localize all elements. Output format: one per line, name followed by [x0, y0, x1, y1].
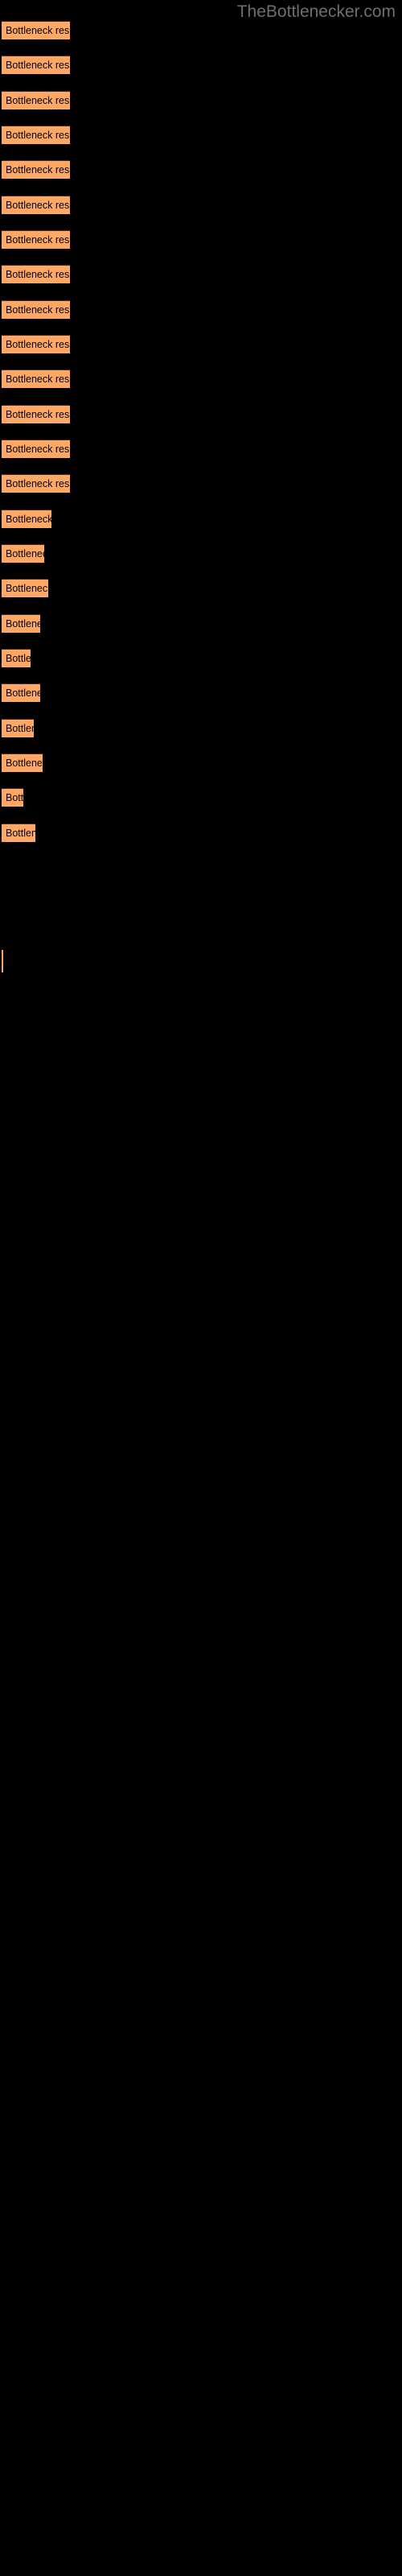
bar-item[interactable]: Bottleneck result	[2, 56, 70, 74]
text-cursor-marker	[2, 950, 3, 972]
bar-label: Bottleneck result	[6, 583, 48, 594]
bar-label: Bottleneck result	[6, 723, 34, 734]
bar-label: Bottleneck result	[6, 758, 43, 769]
bar-label: Bottleneck result	[6, 200, 70, 211]
bar-label: Bottleneck result	[6, 514, 51, 525]
bar-label: Bottleneck result	[6, 339, 70, 350]
bar-label: Bottleneck result	[6, 478, 70, 489]
bar-label: Bottleneck result	[6, 164, 70, 175]
bar-item[interactable]: Bottleneck result	[2, 544, 44, 563]
bar-item[interactable]: Bottleneck result	[2, 510, 51, 528]
bar-item[interactable]: Bottleneck result	[2, 91, 70, 109]
bar-label: Bottleneck result	[6, 130, 70, 141]
bar-label: Bottleneck result	[6, 618, 40, 630]
bar-item[interactable]: Bottleneck result	[2, 230, 70, 249]
bar-item[interactable]: Bottleneck result	[2, 126, 70, 144]
bar-item[interactable]: Bottleneck result	[2, 579, 48, 597]
bar-label: Bottleneck result	[6, 653, 31, 664]
bar-label: Bottleneck result	[6, 234, 70, 246]
chart-canvas: TheBottlenecker.com Bottleneck result Bot…	[0, 0, 402, 2576]
bar-item[interactable]: Bottleneck result	[2, 440, 70, 458]
bar-label: Bottleneck result	[6, 304, 70, 316]
bar-item[interactable]: Bottleneck result	[2, 474, 70, 493]
bar-label: Bottleneck result	[6, 374, 70, 385]
bar-label: Bottleneck result	[6, 25, 70, 36]
bar-item[interactable]: Bottleneck result	[2, 753, 43, 772]
bar-item[interactable]: Bottleneck result	[2, 300, 70, 319]
bar-item[interactable]: Bottleneck result	[2, 21, 70, 39]
bar-item[interactable]: Bottleneck result	[2, 683, 40, 702]
bar-label: Bottleneck result	[6, 409, 70, 420]
bar-label: Bottleneck result	[6, 269, 70, 280]
bar-item[interactable]: Bottleneck result	[2, 160, 70, 179]
bar-item[interactable]: Bottleneck result	[2, 649, 31, 667]
bar-item[interactable]: Bottleneck result	[2, 335, 70, 353]
bar-label: Bottleneck result	[6, 828, 35, 839]
bar-item[interactable]: Bottleneck result	[2, 196, 70, 214]
bar-item[interactable]: Bottleneck result	[2, 405, 70, 423]
bar-item[interactable]: Bottleneck result	[2, 788, 23, 807]
bar-label: Bottleneck result	[6, 548, 44, 559]
bar-item[interactable]: Bottleneck result	[2, 824, 35, 842]
bar-label: Bottleneck result	[6, 444, 70, 455]
bar-item[interactable]: Bottleneck result	[2, 369, 70, 388]
site-title: TheBottlenecker.com	[236, 2, 396, 21]
bar-label: Bottleneck result	[6, 792, 23, 803]
bar-item[interactable]: Bottleneck result	[2, 614, 40, 633]
bar-label: Bottleneck result	[6, 60, 70, 71]
bar-item[interactable]: Bottleneck result	[2, 265, 70, 283]
bar-label: Bottleneck result	[6, 687, 40, 699]
bar-label: Bottleneck result	[6, 95, 70, 106]
bar-item[interactable]: Bottleneck result	[2, 719, 34, 737]
